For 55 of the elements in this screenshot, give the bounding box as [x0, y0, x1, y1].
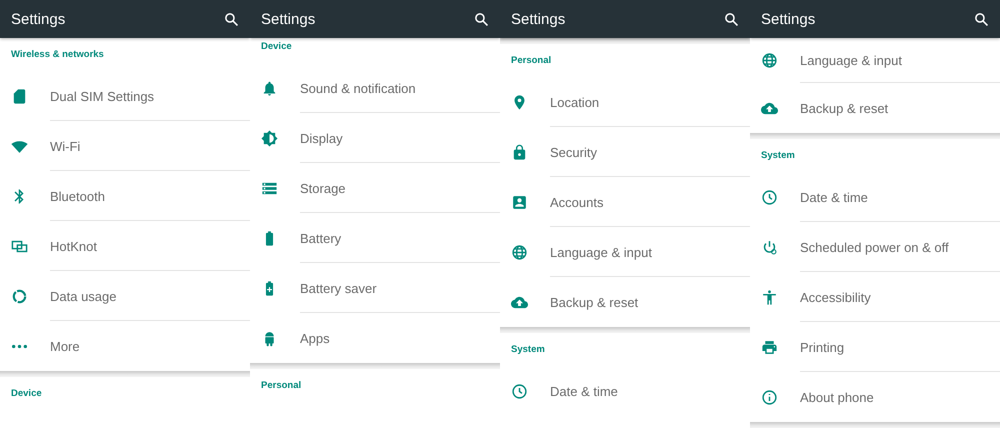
settings-item[interactable]: Language & input [750, 38, 1000, 83]
more-dots-icon [11, 344, 28, 348]
app-title: Settings [11, 10, 66, 28]
settings-item[interactable]: Wi-Fi [0, 121, 250, 171]
sim-card-icon [11, 88, 28, 104]
settings-item[interactable]: Dual SIM Settings [0, 71, 250, 121]
bell-icon [261, 80, 278, 96]
section-header: Personal [511, 55, 552, 66]
brightness-icon [261, 130, 278, 146]
accessibility-icon [761, 288, 778, 306]
clock-icon [511, 382, 528, 400]
settings-item[interactable]: Bluetooth [0, 171, 250, 221]
settings-item[interactable]: Language & input [500, 227, 750, 277]
settings-item[interactable]: Date & time [750, 172, 1000, 222]
account-box-icon [511, 194, 528, 210]
data-usage-icon [11, 288, 28, 304]
globe-icon [511, 244, 528, 260]
settings-item[interactable]: Apps [250, 313, 500, 363]
section-header: Wireless & networks [11, 49, 104, 60]
section-header: Personal [261, 380, 302, 391]
search-icon[interactable] [474, 12, 489, 26]
app-title: Settings [511, 10, 566, 28]
settings-item[interactable]: Backup & reset [750, 83, 1000, 133]
settings-item[interactable]: Battery saver [250, 263, 500, 313]
settings-item[interactable]: Data usage [0, 271, 250, 321]
settings-item[interactable]: Accounts [500, 177, 750, 227]
settings-item[interactable]: Date & time [500, 366, 750, 416]
settings-item[interactable]: More [0, 321, 250, 371]
globe-icon [761, 52, 778, 69]
section-header: System [511, 344, 545, 355]
search-icon[interactable] [224, 12, 239, 26]
search-icon[interactable] [724, 12, 739, 26]
settings-item[interactable]: Printing [750, 322, 1000, 372]
printer-icon [761, 338, 778, 356]
app-title: Settings [261, 10, 316, 28]
clock-icon [761, 188, 778, 206]
settings-item[interactable]: Storage [250, 163, 500, 213]
settings-item[interactable]: Backup & reset [500, 277, 750, 327]
app-title: Settings [761, 10, 816, 28]
settings-item[interactable]: HotKnot [0, 221, 250, 271]
settings-item[interactable]: Display [250, 113, 500, 163]
settings-item[interactable]: Location [500, 77, 750, 127]
section-header: System [761, 150, 795, 161]
info-icon [761, 388, 778, 406]
power-clock-icon [761, 238, 778, 256]
lock-icon [511, 144, 528, 160]
settings-item[interactable]: Scheduled power on & off [750, 222, 1000, 272]
settings-item[interactable]: Security [500, 127, 750, 177]
section-header: Device [11, 388, 42, 399]
search-icon[interactable] [974, 12, 989, 26]
settings-item[interactable]: Battery [250, 213, 500, 263]
settings-item[interactable]: Sound & notification [250, 63, 500, 113]
settings-item[interactable]: Accessibility [750, 272, 1000, 322]
section-header: Device [261, 41, 292, 52]
settings-item[interactable]: About phone [750, 372, 1000, 422]
